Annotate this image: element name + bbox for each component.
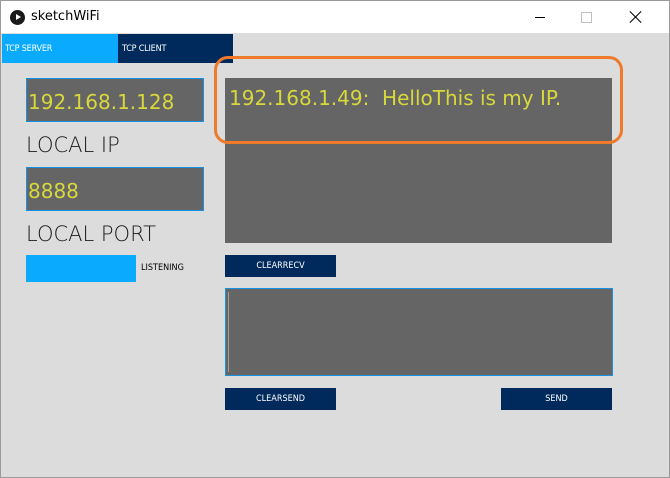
clear-receive-button[interactable]: CLEARRECV <box>225 255 336 277</box>
local-ip-label: LOCAL IP <box>26 133 120 157</box>
minimize-icon <box>535 17 545 18</box>
listen-toggle[interactable] <box>26 255 136 282</box>
local-port-label: LOCAL PORT <box>26 222 156 246</box>
highlight-annotation <box>214 56 623 144</box>
send-input[interactable] <box>225 288 613 376</box>
clear-send-button[interactable]: CLEARSEND <box>225 388 336 410</box>
app-play-icon <box>10 10 25 25</box>
app-window: sketchWiFi TCP SERVER TCP CLIENT 192.168… <box>0 0 670 478</box>
tab-tcp-client[interactable]: TCP CLIENT <box>118 34 233 63</box>
close-button[interactable] <box>613 1 659 33</box>
title-bar[interactable]: sketchWiFi <box>1 1 669 33</box>
minimize-button[interactable] <box>517 1 563 33</box>
close-icon <box>629 10 643 24</box>
local-port-field[interactable]: 8888 <box>26 167 204 211</box>
text-caret <box>228 292 229 372</box>
local-ip-field[interactable]: 192.168.1.128 <box>26 78 204 122</box>
listening-status: LISTENING <box>141 263 184 273</box>
send-button[interactable]: SEND <box>501 388 612 410</box>
tab-tcp-server[interactable]: TCP SERVER <box>2 34 118 63</box>
maximize-button[interactable] <box>563 1 609 33</box>
window-title: sketchWiFi <box>31 9 100 24</box>
maximize-icon <box>581 12 592 23</box>
